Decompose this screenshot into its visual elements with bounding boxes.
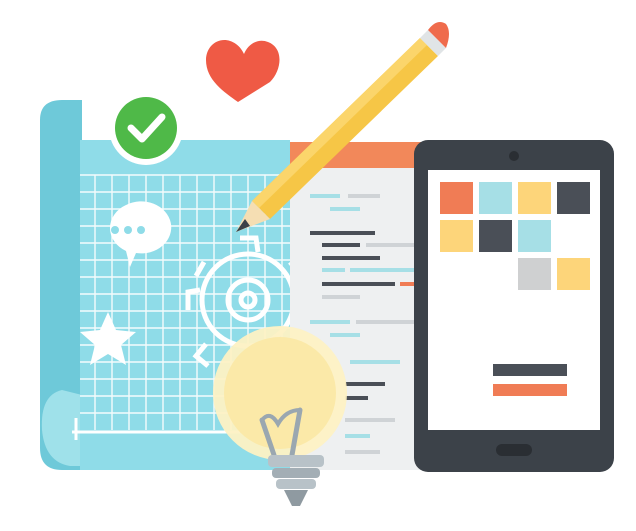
tablet-tile bbox=[479, 220, 512, 252]
tablet-tile bbox=[518, 182, 551, 214]
tablet-device-icon bbox=[414, 140, 614, 472]
tablet-tile bbox=[518, 220, 551, 252]
tablet-tile bbox=[440, 220, 473, 252]
tablet-bar bbox=[493, 384, 567, 396]
tablet-tile bbox=[557, 182, 590, 214]
tablet-camera bbox=[509, 151, 519, 161]
heart-icon bbox=[206, 39, 280, 102]
tablet-tile bbox=[479, 182, 512, 214]
tablet-tile bbox=[518, 258, 551, 290]
lightbulb-icon bbox=[213, 326, 347, 506]
tablet-tile bbox=[557, 258, 590, 290]
checkmark-badge-icon bbox=[109, 91, 183, 165]
tablet-tile bbox=[440, 182, 473, 214]
tablet-home-button bbox=[496, 444, 532, 456]
design-illustration bbox=[0, 0, 636, 531]
tablet-bar bbox=[493, 364, 567, 376]
